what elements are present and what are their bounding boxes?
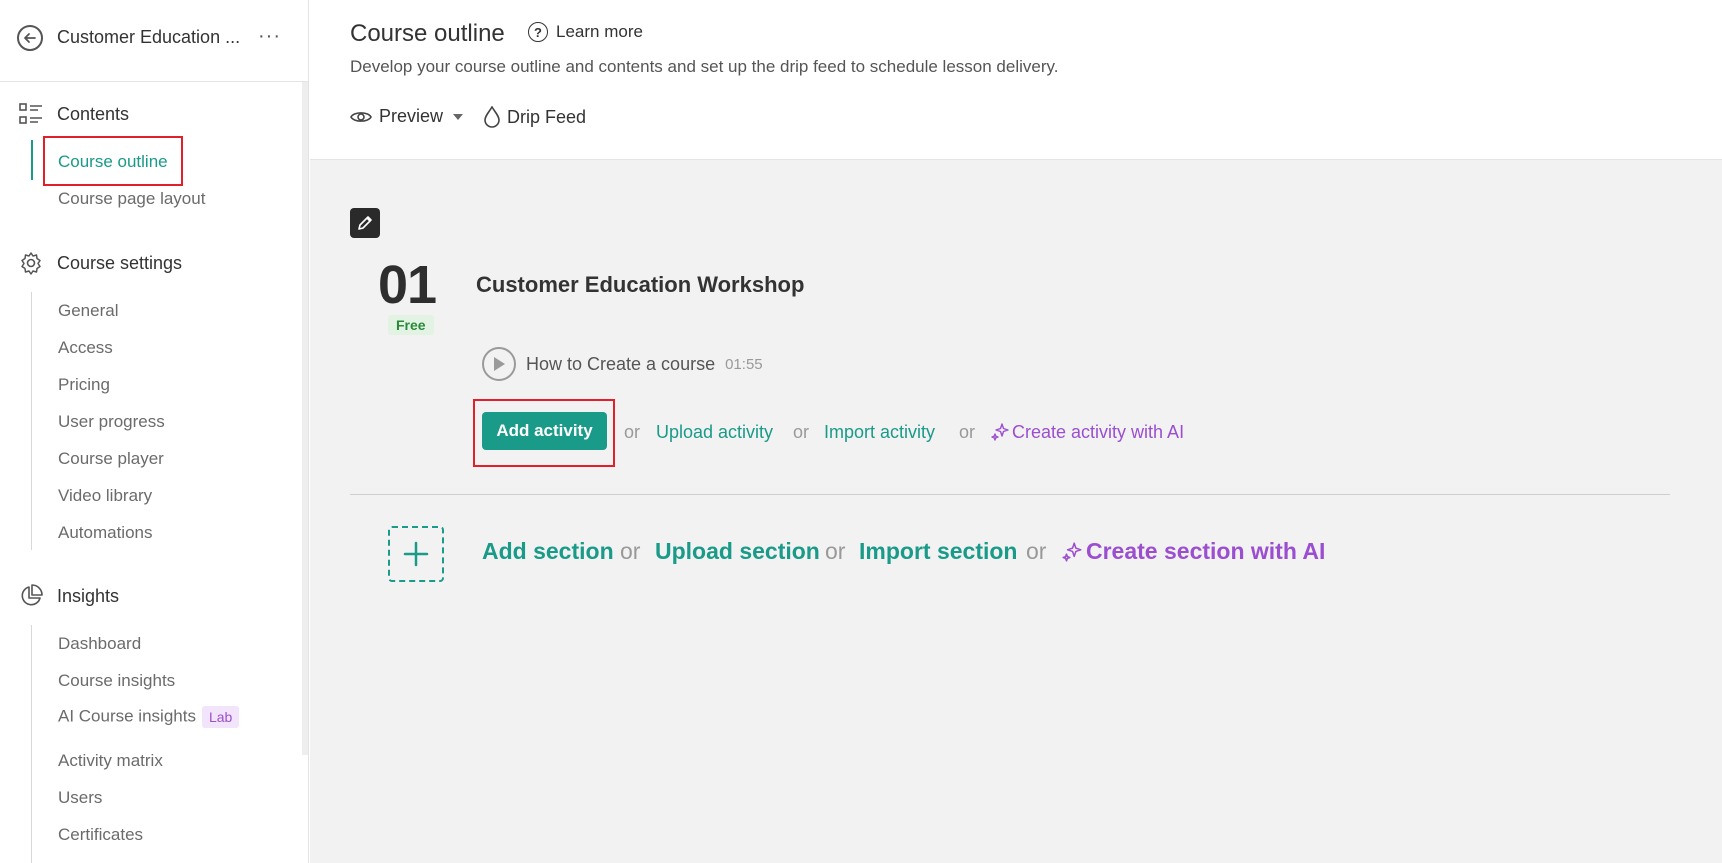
pencil-icon [358,216,372,230]
page-title: Course outline [350,20,505,47]
or-separator: or [959,422,976,442]
group-course-settings-label: Course settings [57,252,183,273]
page-header: Course outline ? Learn more Develop your… [310,0,1722,160]
group-course-settings[interactable]: Course settings [18,250,182,276]
preview-button[interactable]: Preview [350,106,470,127]
sidebar-item-activity-matrix[interactable]: Activity matrix [58,751,163,771]
group-contents[interactable]: Contents [18,101,129,127]
section-divider [350,494,1670,495]
free-badge: Free [388,315,434,335]
sidebar-item-general[interactable]: General [58,301,118,321]
more-options-button[interactable]: ··· [258,26,281,46]
ai-course-insights-label: AI Course insights [58,706,196,726]
create-section-ai-link[interactable]: Create section with AI [1061,538,1325,565]
create-activity-ai-label: Create activity with AI [1012,422,1185,442]
pie-chart-icon [18,583,44,609]
back-button[interactable] [17,25,43,51]
eye-icon [350,111,372,122]
activity-title: How to Create a course [526,353,716,374]
sidebar-item-automations[interactable]: Automations [58,523,153,543]
sidebar: Customer Education ... ··· Contents Cour… [0,0,309,863]
activity-item[interactable]: How to Create a course 01:55 [482,347,763,381]
course-name: Customer Education ... [57,27,241,47]
section-number: 01 [378,255,437,315]
activity-duration: 01:55 [725,355,763,373]
upload-activity-link[interactable]: Upload activity [656,422,773,443]
sparkle-icon [991,423,1009,441]
question-icon: ? [528,22,548,42]
add-section-link[interactable]: Add section [482,538,614,565]
create-activity-ai-link[interactable]: Create activity with AI [990,422,1184,443]
sidebar-item-course-player[interactable]: Course player [58,449,164,469]
or-separator: or [793,422,810,442]
preview-label: Preview [379,106,444,126]
import-section-link[interactable]: Import section [859,538,1017,565]
drip-feed-label: Drip Feed [507,106,587,127]
group-settings-line [31,292,32,550]
sidebar-item-user-progress[interactable]: User progress [58,412,165,432]
arrow-left-icon [24,33,36,43]
sidebar-item-access[interactable]: Access [58,338,113,358]
create-section-ai-label: Create section with AI [1086,538,1326,564]
add-section-icon[interactable] [388,526,444,582]
or-separator: or [620,538,641,564]
list-icon [18,101,44,127]
plus-icon [403,541,429,567]
group-insights[interactable]: Insights [18,583,119,609]
sidebar-item-dashboard[interactable]: Dashboard [58,634,141,654]
sidebar-item-ai-course-insights[interactable]: AI Course insights Lab [58,706,240,728]
drop-icon [484,106,500,128]
or-separator: or [825,538,846,564]
sidebar-item-video-library[interactable]: Video library [58,486,152,506]
import-activity-link[interactable]: Import activity [824,422,935,443]
sparkle-icon [1062,542,1082,562]
sidebar-item-certificates[interactable]: Certificates [58,825,143,845]
learn-more-link[interactable]: ? Learn more [528,22,643,42]
or-separator: or [1026,538,1047,564]
page-subtitle: Develop your course outline and contents… [350,57,1059,76]
sidebar-item-course-page-layout[interactable]: Course page layout [58,189,205,209]
group-insights-line [31,625,32,863]
gear-icon [18,250,44,276]
group-insights-label: Insights [57,585,120,606]
highlight-add-activity [473,399,615,467]
upload-section-link[interactable]: Upload section [655,538,820,565]
play-icon [482,347,516,381]
sidebar-item-users[interactable]: Users [58,788,102,808]
course-outline-canvas: 01 Free Customer Education Workshop How … [310,160,1722,863]
highlight-course-outline [43,136,183,186]
drip-feed-button[interactable]: Drip Feed [484,106,586,128]
sidebar-scrollbar[interactable] [302,82,308,755]
lab-badge: Lab [201,706,240,728]
sidebar-item-course-insights[interactable]: Course insights [58,671,175,691]
sidebar-header: Customer Education ... ··· [0,0,309,82]
active-indicator [31,140,33,180]
group-contents-label: Contents [57,103,130,124]
edit-button[interactable] [350,208,380,238]
sidebar-item-pricing[interactable]: Pricing [58,375,110,395]
or-separator: or [624,422,641,442]
section-title[interactable]: Customer Education Workshop [476,272,804,298]
caret-down-icon [453,113,464,120]
learn-more-label: Learn more [556,22,643,41]
